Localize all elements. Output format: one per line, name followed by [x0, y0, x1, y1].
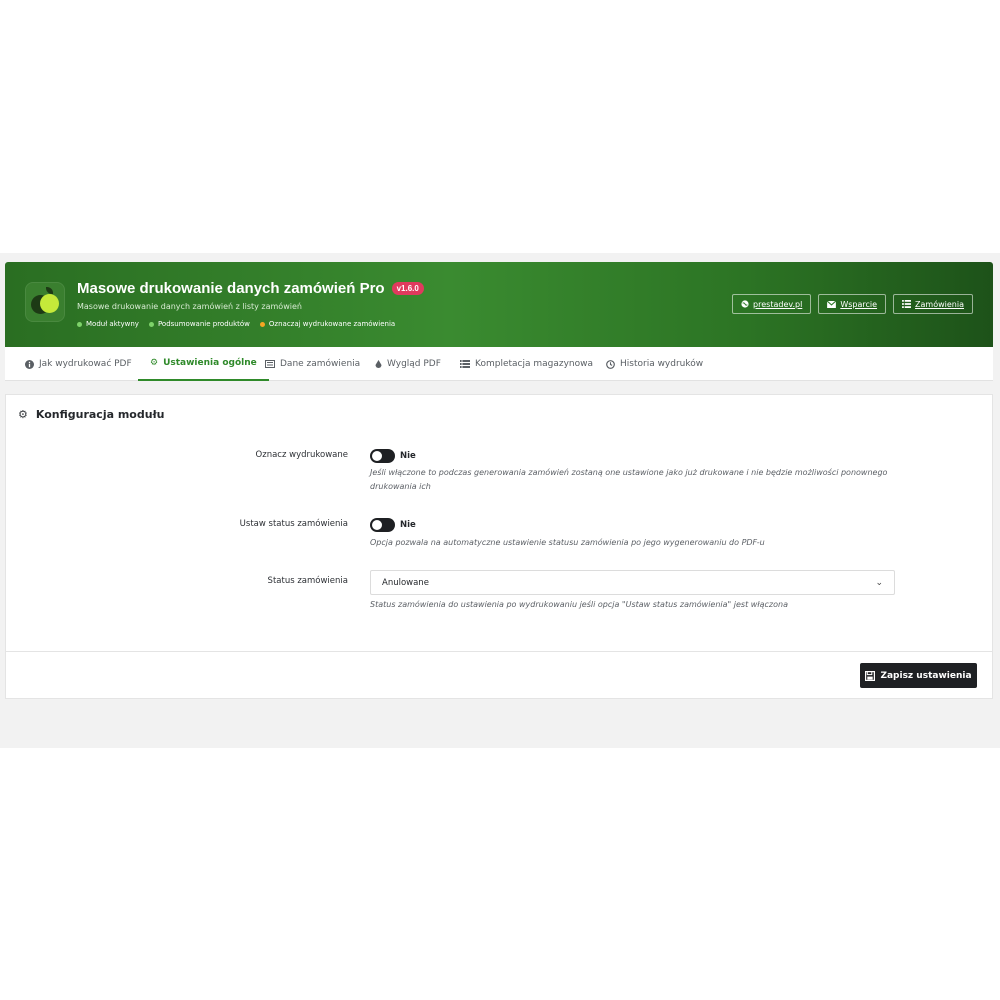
cogs-icon: ⚙ [150, 358, 159, 368]
link-label: Wsparcie [840, 299, 878, 309]
tab-pdf-appearance[interactable]: Wygląd PDF [363, 347, 453, 381]
module-title-text: Masowe drukowanie danych zamówień Pro [77, 280, 385, 297]
tab-warehouse-picking[interactable]: Kompletacja magazynowa [448, 347, 605, 381]
history-icon [606, 359, 615, 369]
tab-label: Historia wydruków [620, 359, 704, 369]
status-label: Moduł aktywny [86, 320, 139, 328]
field-label-mark-printed: Oznacz wydrukowane [255, 450, 348, 460]
warehouse-icon [460, 360, 470, 368]
mark-printed-toggle[interactable] [370, 449, 395, 463]
link-support[interactable]: Wsparcie [818, 294, 887, 314]
header-links: prestadev.pl Wsparcie Zamówienia [732, 294, 973, 314]
tab-label: Kompletacja magazynowa [475, 359, 593, 369]
link-label: Zamówienia [915, 299, 964, 309]
tab-label: Wygląd PDF [387, 359, 441, 369]
link-orders[interactable]: Zamówienia [893, 294, 973, 314]
settings-panel: ⚙ Konfiguracja modułu Oznacz wydrukowane… [5, 394, 993, 699]
set-status-toggle[interactable] [370, 518, 395, 532]
toggle-knob [372, 451, 382, 461]
globe-icon [741, 300, 749, 308]
status-item-mark-printed: Oznaczaj wydrukowane zamówienia [259, 320, 396, 328]
panel-title-text: Konfiguracja modułu [35, 408, 165, 421]
tab-how-to-print[interactable]: Jak wydrukować PDF [13, 347, 144, 381]
version-badge: v1.6.0 [391, 282, 424, 295]
list-icon [902, 300, 911, 308]
module-header: Masowe drukowanie danych zamówień Pro v1.… [5, 262, 993, 347]
tab-print-history[interactable]: Historia wydruków [594, 347, 715, 381]
status-label: Podsumowanie produktów [157, 320, 250, 328]
select-value: Anulowane [382, 577, 429, 588]
tab-bar: Jak wydrukować PDF ⚙ Ustawienia ogólne D… [5, 347, 993, 381]
document-icon [265, 360, 275, 368]
status-item-active: Moduł aktywny [77, 320, 139, 328]
info-icon [25, 359, 34, 369]
tab-label: Dane zamówienia [280, 359, 361, 369]
field-label-order-status: Status zamówienia [267, 576, 348, 586]
status-dot-icon [259, 321, 265, 327]
module-subtitle: Masowe drukowanie danych zamówień z list… [77, 302, 302, 311]
field-label-set-status: Ustaw status zamówienia [239, 519, 348, 529]
toggle-knob [372, 520, 382, 530]
status-label: Oznaczaj wydrukowane zamówienia [268, 320, 396, 328]
save-settings-button[interactable]: Zapisz ustawienia [860, 663, 977, 688]
set-status-value: Nie [400, 520, 416, 530]
link-prestadev[interactable]: prestadev.pl [732, 294, 812, 314]
envelope-icon [827, 300, 837, 308]
mark-printed-help: Jeśli włączone to podczas generowania za… [370, 468, 888, 491]
drop-icon [375, 359, 382, 368]
order-status-select[interactable]: Anulowane ⌄ [370, 570, 895, 595]
order-status-help: Status zamówienia do ustawienia po wydru… [370, 600, 788, 609]
chevron-down-icon: ⌄ [875, 577, 883, 588]
module-title: Masowe drukowanie danych zamówień Pro v1.… [77, 280, 424, 297]
tab-order-data[interactable]: Dane zamówienia [253, 347, 372, 381]
module-logo [25, 282, 65, 322]
mark-printed-value: Nie [400, 451, 416, 461]
tab-label: Ustawienia ogólne [163, 358, 257, 368]
status-list: Moduł aktywny Podsumowanie produktów Ozn… [77, 320, 395, 328]
tab-label: Jak wydrukować PDF [39, 359, 132, 369]
save-button-label: Zapisz ustawienia [880, 670, 972, 681]
save-icon [865, 670, 876, 681]
panel-footer-divider [6, 651, 992, 652]
cogs-icon: ⚙ [18, 408, 28, 421]
status-dot-icon [77, 321, 82, 327]
set-status-help: Opcja pozwala na automatyczne ustawienie… [370, 538, 765, 547]
panel-title: ⚙ Konfiguracja modułu [18, 408, 164, 421]
status-item-summary: Podsumowanie produktów [148, 320, 250, 328]
status-dot-icon [148, 321, 154, 327]
link-label: prestadev.pl [753, 299, 803, 309]
tab-general-settings[interactable]: ⚙ Ustawienia ogólne [138, 347, 269, 381]
